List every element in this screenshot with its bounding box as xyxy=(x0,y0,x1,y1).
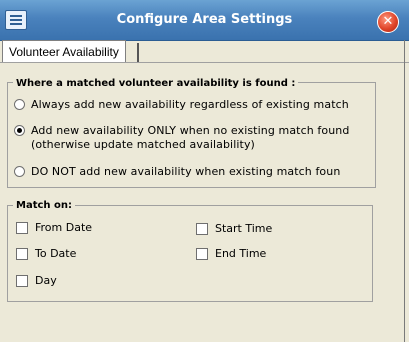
checkbox-start-time[interactable]: Start Time xyxy=(196,222,272,236)
radio-label: DO NOT add new availability when existin… xyxy=(31,165,341,178)
radio-label-line1: Add new availability ONLY when no existi… xyxy=(31,124,350,137)
checkbox-label: Day xyxy=(35,274,57,287)
close-button[interactable]: ✕ xyxy=(377,11,399,33)
radio-label: Always add new availability regardless o… xyxy=(31,98,349,111)
window-title: Configure Area Settings xyxy=(116,12,293,27)
checkbox-label: To Date xyxy=(35,247,77,260)
checkbox[interactable] xyxy=(16,275,28,287)
radio-label: Add new availability ONLY when no existi… xyxy=(31,124,349,152)
radio-always-add[interactable]: Always add new availability regardless o… xyxy=(14,98,349,112)
availability-group-legend: Where a matched volunteer availability i… xyxy=(13,78,299,89)
checkbox[interactable] xyxy=(196,248,208,260)
title-bar[interactable]: Configure Area Settings ✕ xyxy=(0,0,409,41)
checkbox[interactable] xyxy=(16,222,28,234)
checkbox-end-time[interactable]: End Time xyxy=(196,247,266,261)
panel-right-border xyxy=(404,40,405,342)
tab-divider xyxy=(137,43,139,62)
configure-area-settings-window: Configure Area Settings ✕ Volunteer Avai… xyxy=(0,0,409,342)
checkbox-label: End Time xyxy=(215,247,267,260)
radio-label-line2: (otherwise update matched availability) xyxy=(31,138,255,151)
tab-volunteer-availability[interactable]: Volunteer Availability xyxy=(2,40,126,62)
radio-add-only-when-no-match[interactable]: Add new availability ONLY when no existi… xyxy=(14,124,349,152)
checkbox-label: Start Time xyxy=(215,222,273,235)
radio-button-selected[interactable] xyxy=(14,125,25,136)
checkbox-to-date[interactable]: To Date xyxy=(16,247,76,261)
tab-strip-rule xyxy=(0,62,409,63)
close-icon: ✕ xyxy=(382,14,394,29)
match-group-legend: Match on: xyxy=(13,200,75,211)
checkbox-from-date[interactable]: From Date xyxy=(16,221,92,235)
radio-button[interactable] xyxy=(14,99,25,110)
checkbox[interactable] xyxy=(16,248,28,260)
radio-button[interactable] xyxy=(14,166,25,177)
checkbox-label: From Date xyxy=(35,221,93,234)
radio-do-not-add[interactable]: DO NOT add new availability when existin… xyxy=(14,165,340,179)
checkbox[interactable] xyxy=(196,223,208,235)
checkbox-day[interactable]: Day xyxy=(16,274,57,288)
